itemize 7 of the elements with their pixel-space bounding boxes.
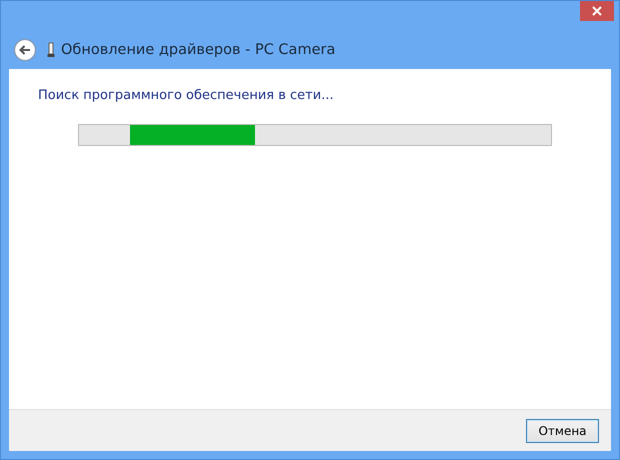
camera-device-icon	[47, 42, 55, 58]
status-text: Поиск программного обеспечения в сети...	[38, 88, 335, 103]
close-button[interactable]	[580, 1, 614, 21]
cancel-button[interactable]: Отмена	[526, 418, 599, 442]
back-button[interactable]	[13, 38, 37, 62]
close-icon	[592, 6, 602, 16]
window-title: Обновление драйверов - PC Camera	[61, 42, 336, 58]
